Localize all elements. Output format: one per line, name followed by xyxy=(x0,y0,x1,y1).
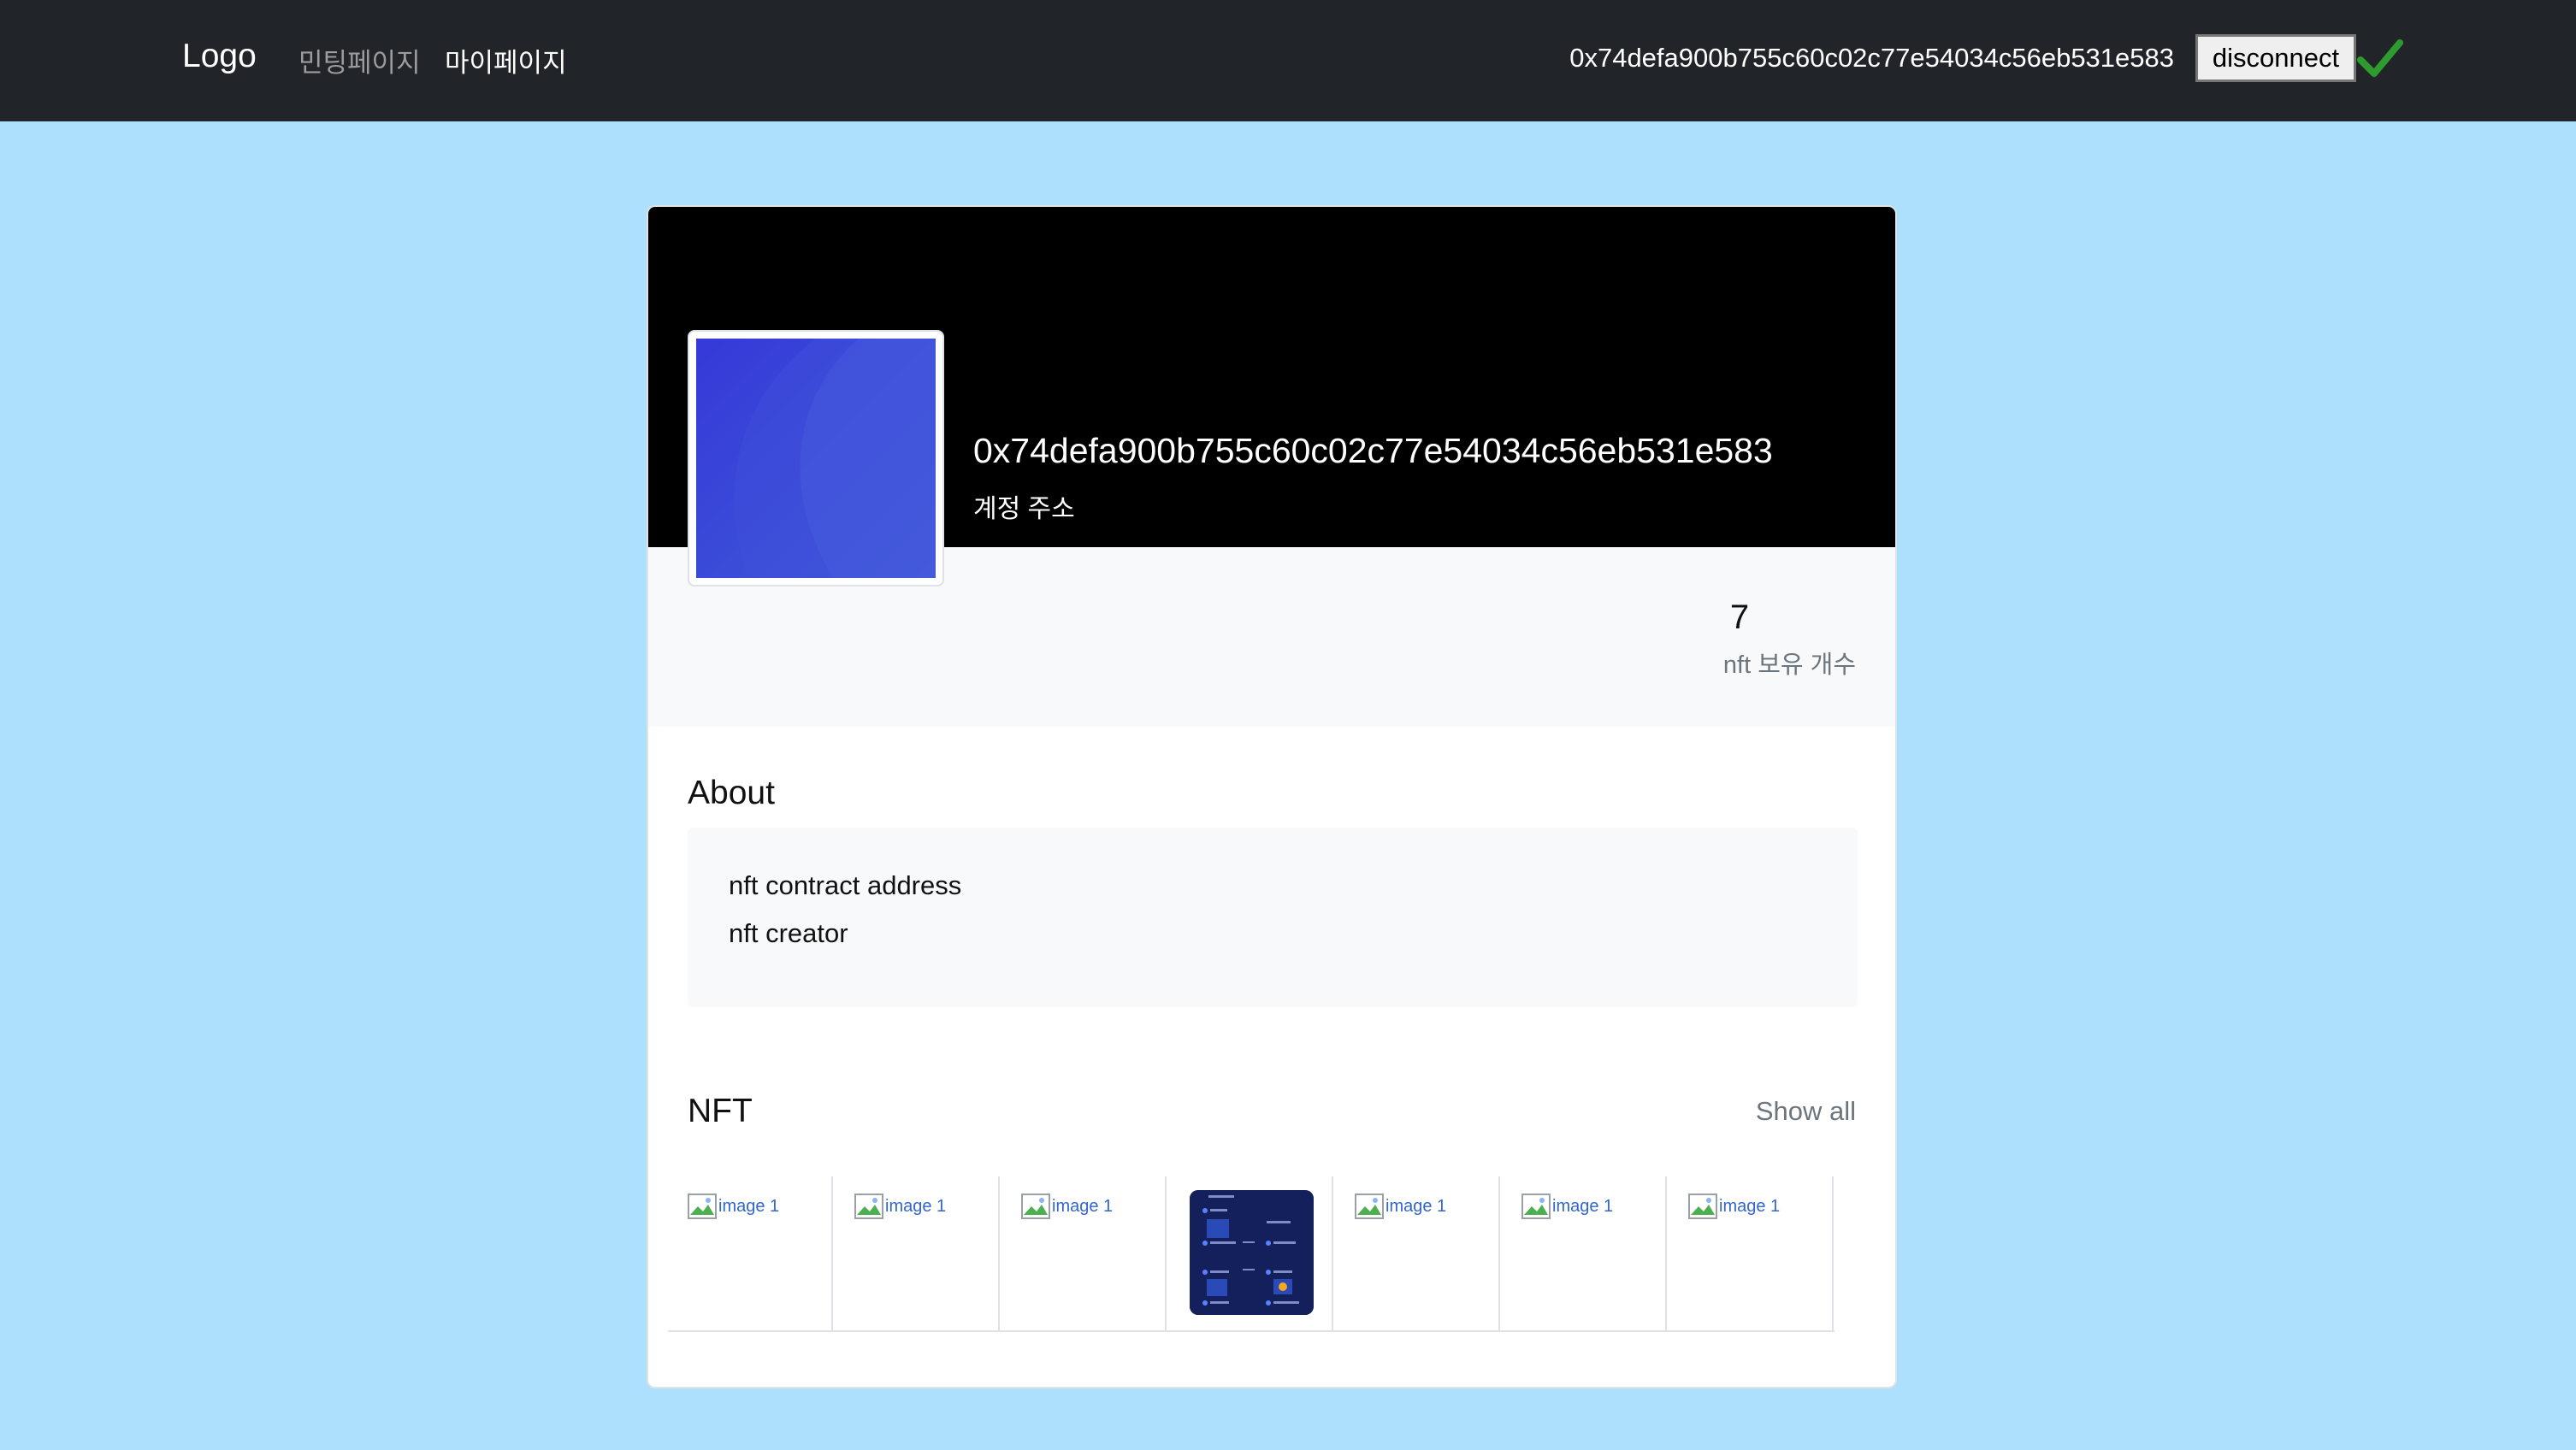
nft-grid: image 1 image 1 image 1 image 1 image 1 … xyxy=(668,1176,1835,1332)
nft-item[interactable] xyxy=(1168,1176,1333,1330)
check-icon xyxy=(2357,39,2403,77)
nft-title: NFT xyxy=(688,1093,753,1129)
nav-link-minting[interactable]: 민팅페이지 xyxy=(298,41,421,80)
brand-logo[interactable]: Logo xyxy=(182,38,257,75)
broken-image: image 1 xyxy=(1355,1194,1446,1219)
nft-item[interactable]: image 1 xyxy=(668,1176,833,1330)
profile-address: 0x74defa900b755c60c02c77e54034c56eb531e5… xyxy=(973,431,1773,470)
profile-avatar xyxy=(688,330,944,586)
about-title: About xyxy=(688,775,775,811)
navbar: Logo 민팅페이지 마이페이지 0x74defa900b755c60c02c7… xyxy=(0,0,2576,121)
broken-image: image 1 xyxy=(688,1194,779,1219)
profile-address-label: 계정 주소 xyxy=(973,495,1075,523)
broken-image-icon xyxy=(688,1194,717,1219)
account-address: 0x74defa900b755c60c02c77e54034c56eb531e5… xyxy=(1569,43,2174,73)
about-contract-address: nft contract address xyxy=(729,870,962,900)
disconnect-button[interactable]: disconnect xyxy=(2195,34,2356,82)
about-creator: nft creator xyxy=(729,918,848,948)
nft-item[interactable]: image 1 xyxy=(1001,1176,1167,1330)
broken-image: image 1 xyxy=(1021,1194,1113,1219)
nft-thumbnail xyxy=(1190,1190,1314,1315)
nft-count: 7 xyxy=(1729,598,1750,636)
avatar-image xyxy=(696,339,936,578)
broken-image: image 1 xyxy=(1521,1194,1613,1219)
nav-link-mypage[interactable]: 마이페이지 xyxy=(445,41,567,80)
nft-count-label: nft 보유 개수 xyxy=(1722,651,1856,679)
broken-image-icon xyxy=(1688,1194,1717,1219)
broken-image-icon xyxy=(1021,1194,1050,1219)
nft-item[interactable]: image 1 xyxy=(835,1176,1000,1330)
broken-image-icon xyxy=(1355,1194,1384,1219)
broken-image: image 1 xyxy=(1688,1194,1780,1219)
nft-item[interactable]: image 1 xyxy=(1502,1176,1667,1330)
broken-image-icon xyxy=(854,1194,883,1219)
profile-card: 0x74defa900b755c60c02c77e54034c56eb531e5… xyxy=(647,205,1897,1388)
broken-image: image 1 xyxy=(854,1194,946,1219)
nft-item[interactable]: image 1 xyxy=(1669,1176,1834,1330)
show-all-link[interactable]: Show all xyxy=(1756,1096,1856,1127)
nft-item[interactable]: image 1 xyxy=(1335,1176,1500,1330)
about-box: nft contract address nft creator xyxy=(688,828,1858,1007)
broken-image-icon xyxy=(1521,1194,1551,1219)
